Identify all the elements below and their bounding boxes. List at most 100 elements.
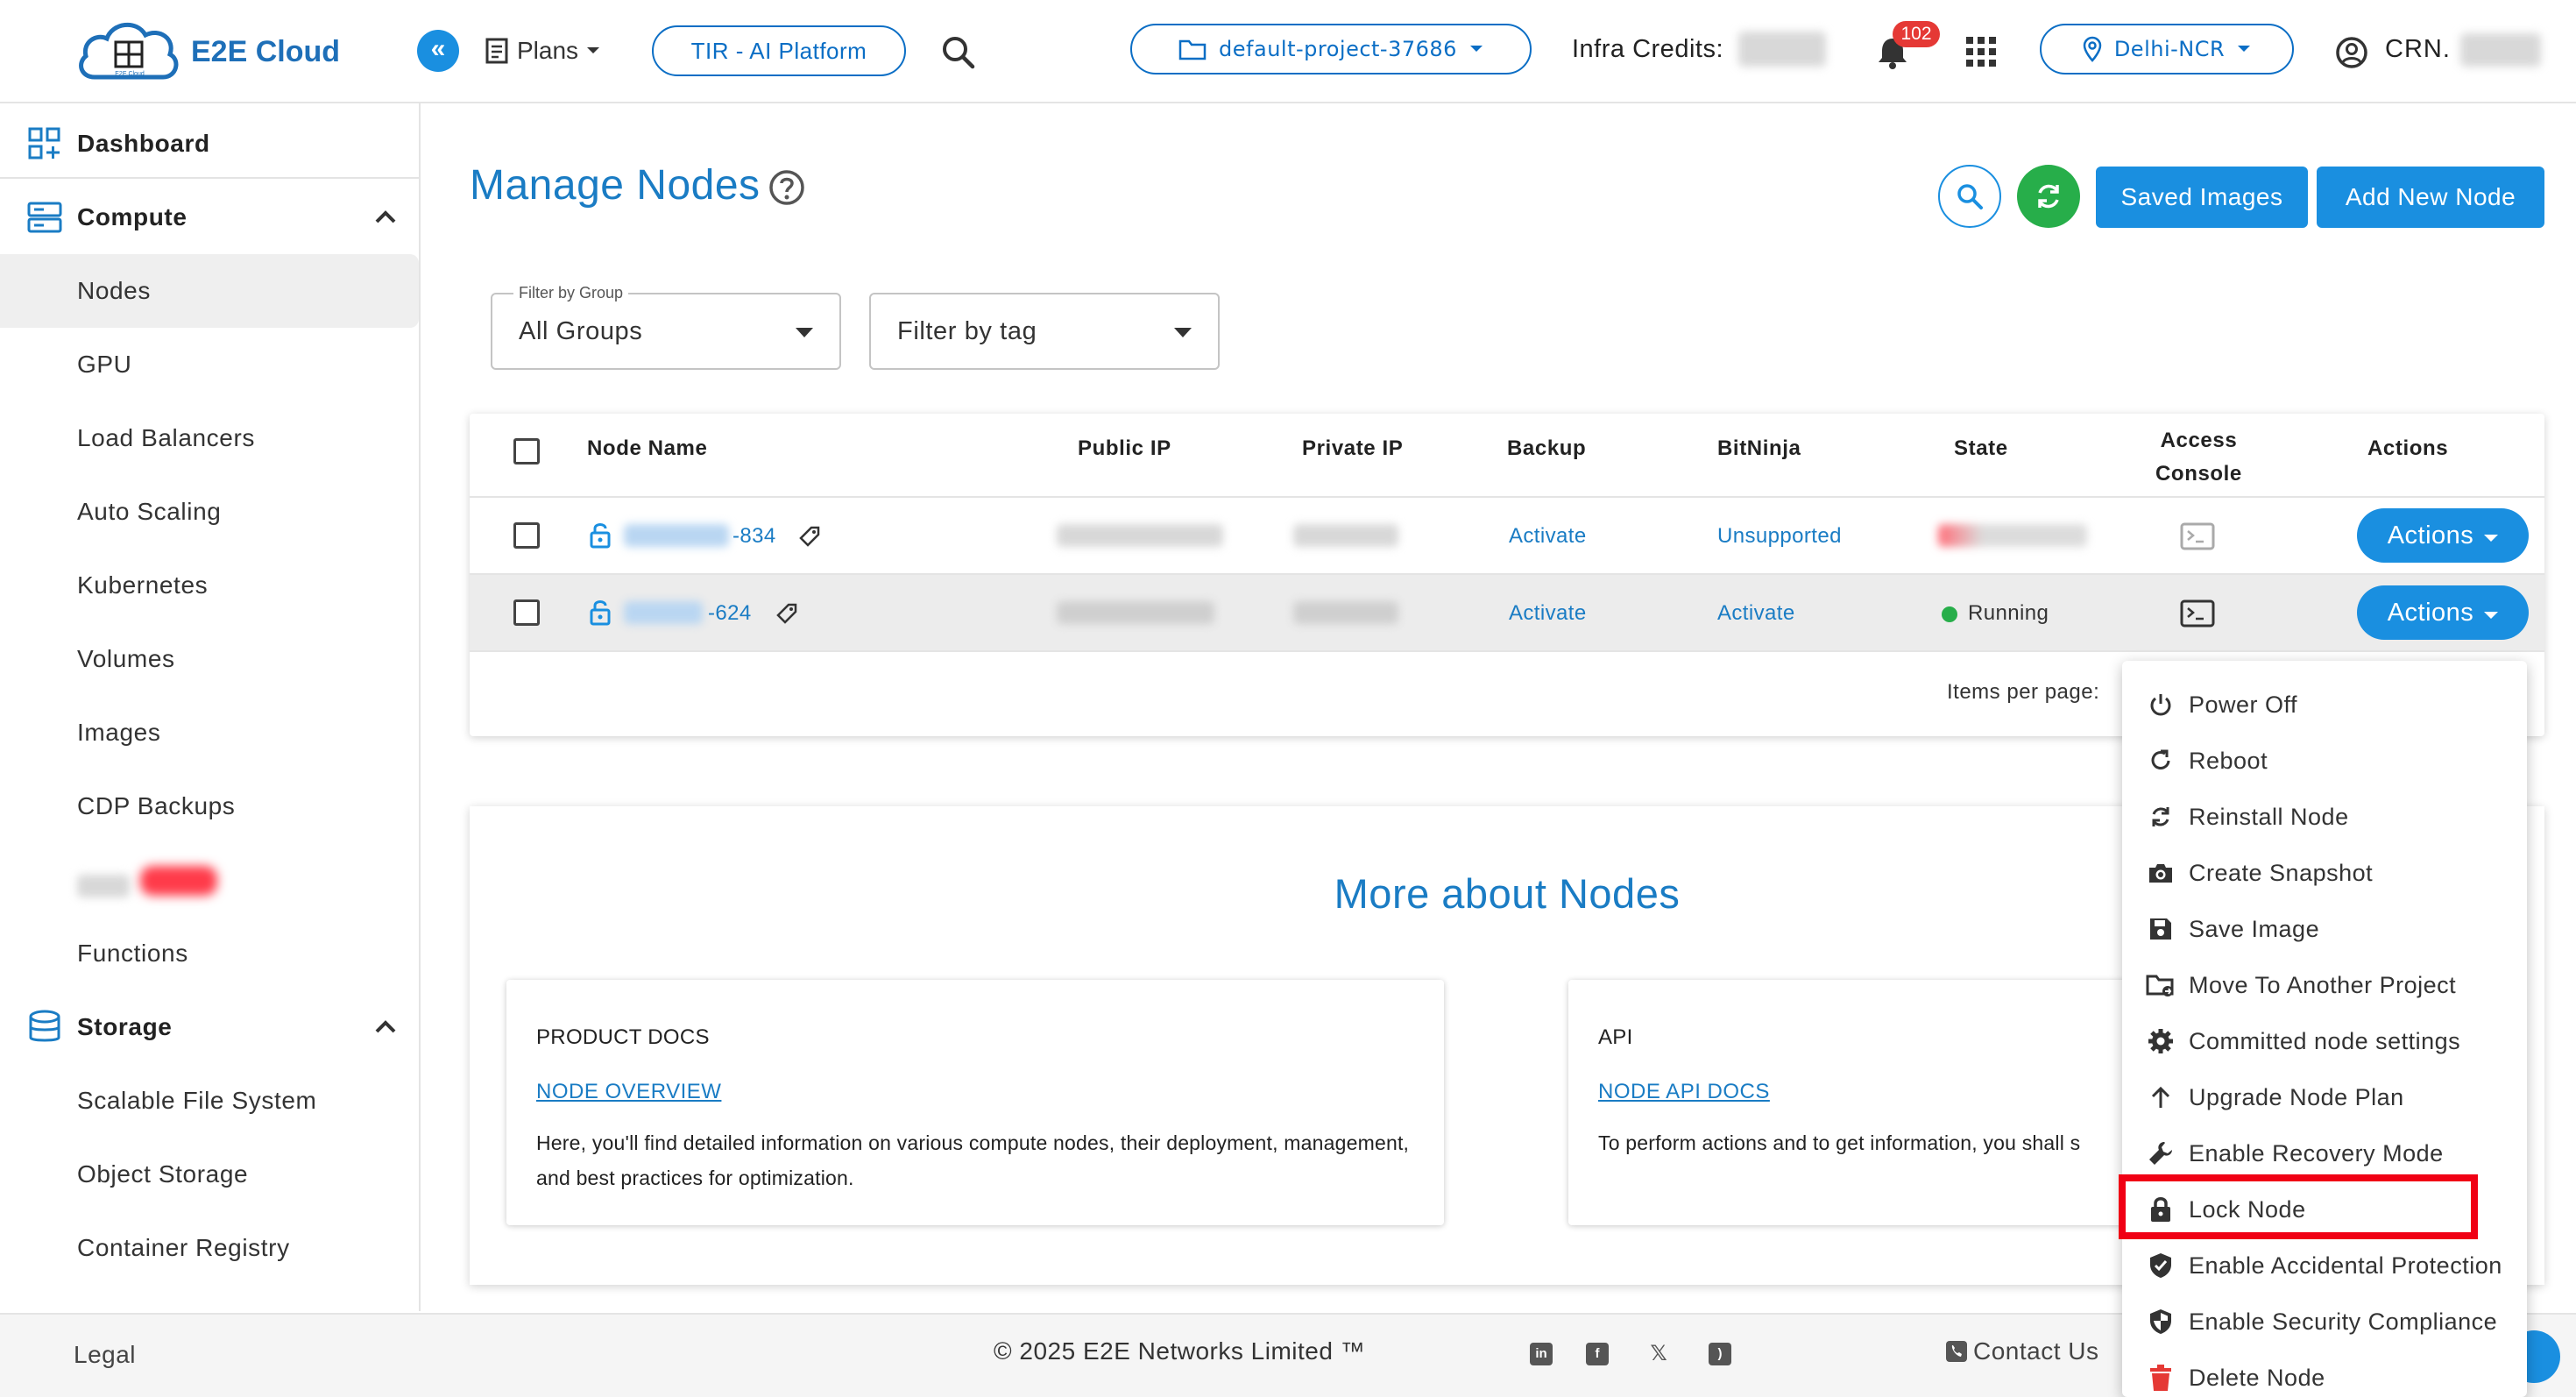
caret-down-icon [1174, 328, 1192, 337]
tir-platform-button[interactable]: TIR - AI Platform [652, 25, 906, 76]
edit-tag-icon[interactable] [775, 601, 799, 626]
row-checkbox[interactable] [513, 522, 540, 549]
backup-activate-link[interactable]: Activate [1509, 601, 1587, 626]
sidebar-item-container-registry[interactable]: Container Registry [0, 1211, 419, 1285]
user-account-icon[interactable] [2334, 35, 2369, 70]
node-name-link[interactable]: -624 [708, 601, 752, 626]
project-selector[interactable]: default-project-37686 [1130, 24, 1532, 74]
sidebar-item-scalable-file-system[interactable]: Scalable File System [0, 1064, 419, 1138]
backup-activate-link[interactable]: Activate [1509, 524, 1587, 549]
sidebar-item-redacted[interactable] [0, 843, 419, 917]
trash-icon [2150, 1365, 2171, 1391]
actions-button[interactable]: Actions [2357, 585, 2529, 640]
e2e-cloud-logo[interactable]: E2E Cloud [75, 16, 184, 89]
actions-button[interactable]: Actions [2357, 508, 2529, 563]
sidebar-label: Object Storage [77, 1160, 249, 1188]
apps-grid-icon[interactable] [1966, 37, 1996, 67]
legal-link[interactable]: Legal [74, 1341, 136, 1369]
sidebar-item-object-storage[interactable]: Object Storage [0, 1138, 419, 1211]
edit-tag-icon[interactable] [797, 524, 822, 549]
arrow-up-icon [2151, 1086, 2170, 1108]
wrench-icon [2149, 1142, 2172, 1165]
lock-open-icon[interactable] [589, 598, 612, 626]
menu-item-enable-recovery-mode[interactable]: Enable Recovery Mode [2122, 1125, 2527, 1181]
menu-item-save-image[interactable]: Save Image [2122, 901, 2527, 957]
region-selector[interactable]: Delhi-NCR [2040, 24, 2294, 74]
sidebar-item-volumes[interactable]: Volumes [0, 622, 419, 696]
menu-item-enable-accidental-protection[interactable]: Enable Accidental Protection [2122, 1237, 2527, 1294]
menu-label: Create Snapshot [2189, 859, 2374, 886]
bitninja-activate-link[interactable]: Activate [1717, 601, 1795, 626]
facebook-icon[interactable]: f [1586, 1343, 1609, 1365]
chevron-up-icon[interactable] [372, 1013, 400, 1041]
sidebar-label: GPU [77, 351, 132, 378]
infra-credits-value [1738, 32, 1826, 67]
node-overview-link[interactable]: NODE OVERVIEW [536, 1080, 721, 1104]
table-row[interactable]: -624 Activate Activate Running Actions [470, 573, 2544, 650]
sidebar-item-functions[interactable]: Functions [0, 917, 419, 990]
help-icon[interactable] [768, 168, 806, 207]
table-divider [470, 650, 2544, 652]
sidebar-item-kubernetes[interactable]: Kubernetes [0, 549, 419, 622]
search-icon [1957, 184, 1983, 209]
caret-down-icon [1469, 46, 1483, 52]
sidebar-item-images[interactable]: Images [0, 696, 419, 769]
menu-item-reinstall-node[interactable]: Reinstall Node [2122, 789, 2527, 845]
node-name-redacted [624, 524, 729, 547]
search-icon[interactable] [939, 33, 978, 72]
reinstall-icon [2152, 807, 2169, 826]
collapse-sidebar-button[interactable]: « [417, 30, 459, 72]
contact-us-label: Contact Us [1973, 1337, 2099, 1365]
menu-item-move-to-another-project[interactable]: Move To Another Project [2122, 957, 2527, 1013]
menu-item-power-off[interactable]: Power Off [2122, 677, 2527, 733]
running-status-dot [1942, 606, 1957, 622]
crn-label[interactable]: CRN. [2385, 35, 2451, 64]
console-icon[interactable] [2180, 599, 2215, 628]
logo-text[interactable]: E2E Cloud [191, 35, 340, 69]
product-docs-card: PRODUCT DOCS NODE OVERVIEW Here, you'll … [506, 980, 1444, 1225]
add-new-node-button[interactable]: Add New Node [2317, 167, 2544, 228]
search-nodes-button[interactable] [1938, 165, 2001, 228]
filter-by-group-select[interactable]: Filter by Group All Groups [491, 284, 841, 370]
sidebar-item-cdp-backups[interactable]: CDP Backups [0, 769, 419, 843]
linkedin-icon[interactable]: in [1530, 1343, 1553, 1365]
col-actions: Actions [2367, 436, 2449, 460]
api-heading: API [1598, 1025, 1633, 1049]
sidebar-item-dashboard[interactable]: Dashboard [0, 107, 419, 181]
sidebar-divider [0, 177, 419, 179]
refresh-icon [2038, 184, 2059, 209]
table-row[interactable]: -834 Activate Unsupported Actions [470, 496, 2544, 573]
document-icon [485, 38, 508, 64]
sidebar-item-compute[interactable]: Compute [0, 181, 419, 254]
rss-icon[interactable]: ) [1709, 1343, 1731, 1365]
row-checkbox[interactable] [513, 599, 540, 626]
sidebar-item-storage[interactable]: Storage [0, 990, 419, 1064]
node-name-link[interactable]: -834 [732, 524, 776, 549]
x-twitter-icon[interactable]: 𝕏 [1647, 1343, 1670, 1365]
menu-item-create-snapshot[interactable]: Create Snapshot [2122, 845, 2527, 901]
select-all-checkbox[interactable] [513, 438, 540, 464]
sidebar-item-gpu[interactable]: GPU [0, 328, 419, 401]
col-bitninja: BitNinja [1717, 436, 1801, 460]
plans-menu[interactable]: Plans [484, 32, 601, 70]
saved-images-button[interactable]: Saved Images [2096, 167, 2308, 228]
sidebar-label: Kubernetes [77, 571, 209, 599]
sidebar-item-nodes[interactable]: Nodes [0, 254, 419, 328]
menu-item-committed-node-settings[interactable]: Committed node settings [2122, 1013, 2527, 1069]
sidebar-item-auto-scaling[interactable]: Auto Scaling [0, 475, 419, 549]
contact-us-link[interactable]: Contact Us [1945, 1337, 2099, 1365]
private-ip-redacted [1293, 524, 1398, 547]
menu-label: Enable Security Compliance [2189, 1308, 2498, 1335]
lock-open-icon[interactable] [589, 521, 612, 549]
server-icon [27, 202, 62, 233]
menu-item-enable-security-compliance[interactable]: Enable Security Compliance [2122, 1294, 2527, 1350]
menu-item-upgrade-node-plan[interactable]: Upgrade Node Plan [2122, 1069, 2527, 1125]
menu-item-delete-node[interactable]: Delete Node [2122, 1350, 2527, 1397]
menu-item-reboot[interactable]: Reboot [2122, 733, 2527, 789]
filter-by-tag-select[interactable]: Filter by tag [869, 293, 1220, 370]
chevron-up-icon[interactable] [372, 203, 400, 231]
node-api-docs-link[interactable]: NODE API DOCS [1598, 1080, 1770, 1104]
refresh-button[interactable] [2017, 165, 2080, 228]
col-private-ip: Private IP [1302, 436, 1404, 460]
sidebar-item-load-balancers[interactable]: Load Balancers [0, 401, 419, 475]
